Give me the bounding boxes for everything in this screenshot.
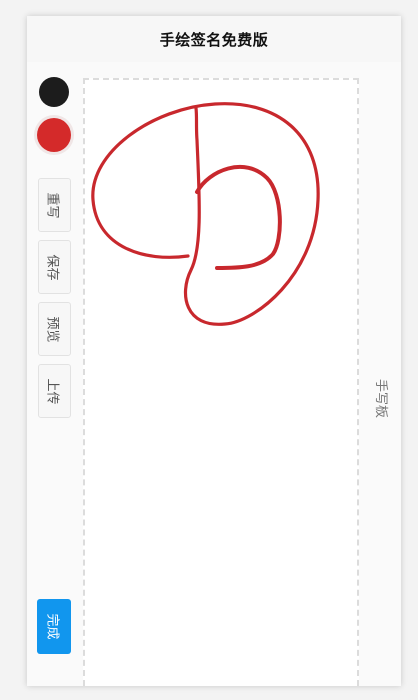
color-swatch-red[interactable] xyxy=(37,118,71,152)
page-title: 手绘签名免费版 xyxy=(159,30,269,49)
signature-workspace: 重写 保存 预览 上传 完成 手写板 xyxy=(27,62,401,686)
preview-button-label: 预览 xyxy=(44,315,60,343)
preview-button[interactable]: 预览 xyxy=(38,302,71,356)
canvas-label-text: 手写板 xyxy=(372,378,388,418)
app-window: 手绘签名免费版 重写 保存 预览 上传 完成 手写板 xyxy=(27,16,401,686)
done-button-label: 完成 xyxy=(44,613,60,640)
upload-button[interactable]: 上传 xyxy=(38,364,71,418)
title-bar: 手绘签名免费版 xyxy=(27,16,401,62)
signature-canvas[interactable] xyxy=(83,78,359,686)
save-button[interactable]: 保存 xyxy=(38,240,71,294)
signature-loop-path xyxy=(91,102,320,326)
rewrite-button[interactable]: 重写 xyxy=(38,178,71,232)
canvas-side-label: 手写板 xyxy=(367,368,397,428)
rewrite-button-label: 重写 xyxy=(44,191,60,219)
done-button[interactable]: 完成 xyxy=(37,599,71,654)
color-swatch-black[interactable] xyxy=(39,77,69,107)
signature-stroke xyxy=(91,102,320,326)
save-button-label: 保存 xyxy=(44,253,60,281)
upload-button-label: 上传 xyxy=(44,377,60,405)
signature-bowl-path xyxy=(195,165,282,270)
